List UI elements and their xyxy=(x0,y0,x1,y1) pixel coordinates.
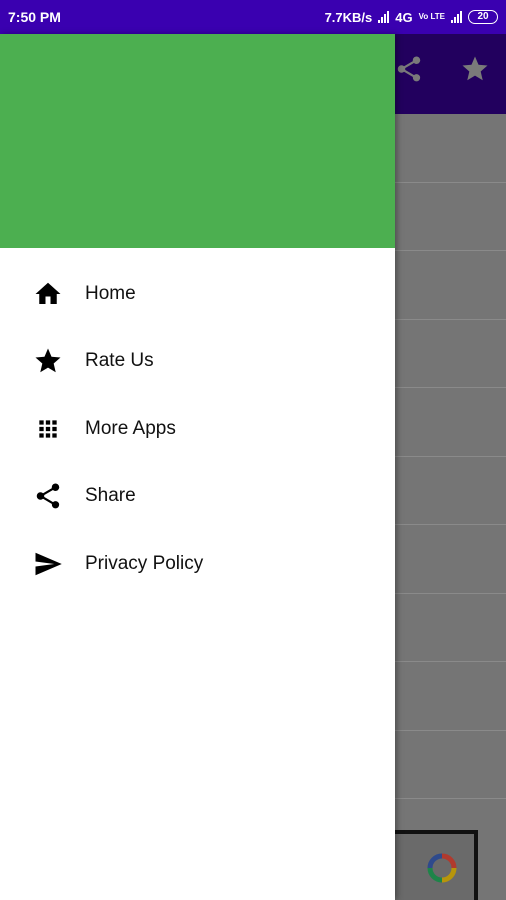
menu-item-label: More Apps xyxy=(85,417,176,439)
send-icon xyxy=(32,548,64,580)
star-icon xyxy=(32,345,64,377)
menu-item-privacy-policy[interactable]: Privacy Policy xyxy=(0,530,395,598)
menu-item-rate-us[interactable]: Rate Us xyxy=(0,328,395,396)
network-speed: 7.7KB/s xyxy=(324,9,373,25)
status-time: 7:50 PM xyxy=(8,9,61,25)
ad-banner[interactable] xyxy=(394,830,478,900)
home-icon xyxy=(32,278,64,310)
status-bar: 7:50 PM 7.7KB/s 4G Vo LTE 20 xyxy=(0,0,506,34)
signal-strength-icon xyxy=(378,11,390,23)
network-type: 4G xyxy=(395,9,413,25)
menu-item-home[interactable]: Home xyxy=(0,260,395,328)
drawer-header xyxy=(0,34,395,248)
menu-item-share[interactable]: Share xyxy=(0,463,395,531)
star-icon[interactable] xyxy=(460,54,490,84)
share-icon[interactable] xyxy=(394,54,424,84)
ad-logo-icon xyxy=(426,852,458,889)
drawer-menu: Home Rate Us More Apps Share Privacy Pol xyxy=(0,248,395,598)
battery-icon: 20 xyxy=(468,10,498,24)
apps-grid-icon xyxy=(32,413,64,445)
share-icon xyxy=(32,480,64,512)
menu-item-label: Home xyxy=(85,282,136,304)
signal-strength-icon-2 xyxy=(451,11,462,23)
menu-item-label: Share xyxy=(85,485,136,507)
menu-item-more-apps[interactable]: More Apps xyxy=(0,395,395,463)
menu-item-label: Privacy Policy xyxy=(85,552,204,574)
navigation-drawer: Home Rate Us More Apps Share Privacy Pol xyxy=(0,34,395,900)
menu-item-label: Rate Us xyxy=(85,350,154,372)
volte-icon: Vo LTE xyxy=(418,12,445,21)
status-indicators: 7.7KB/s 4G Vo LTE 20 xyxy=(325,10,498,25)
